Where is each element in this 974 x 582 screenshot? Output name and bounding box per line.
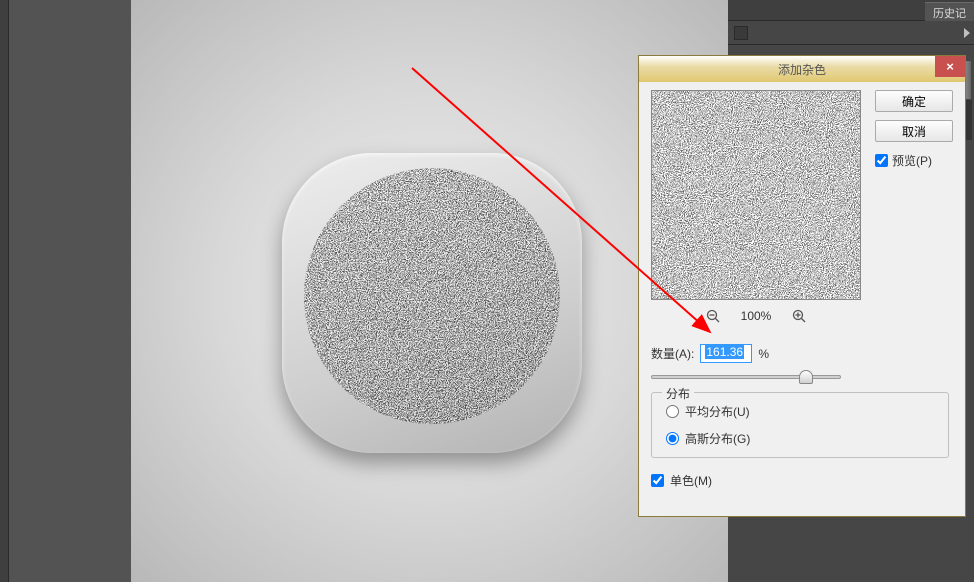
uniform-radio[interactable] — [666, 405, 679, 418]
uniform-label: 平均分布(U) — [685, 403, 750, 420]
history-tab[interactable]: 历史记 — [925, 2, 974, 21]
preview-noise-icon — [652, 91, 860, 299]
amount-row: 数量(A): 161.36 % — [651, 344, 769, 363]
noise-icon — [304, 168, 560, 424]
add-noise-dialog: 添加杂色 × — [638, 55, 966, 517]
ok-button[interactable]: 确定 — [875, 90, 953, 112]
uniform-radio-row[interactable]: 平均分布(U) — [666, 403, 948, 420]
zoom-level: 100% — [741, 309, 772, 323]
gaussian-radio-row[interactable]: 高斯分布(G) — [666, 430, 948, 447]
zoom-out-button[interactable] — [705, 308, 721, 324]
amount-value: 161.36 — [705, 345, 744, 359]
gaussian-radio[interactable] — [666, 432, 679, 445]
zoom-controls: 100% — [651, 306, 861, 326]
amount-label: 数量(A): — [651, 345, 694, 362]
dialog-button-column: 确定 取消 预览(P) — [875, 90, 953, 169]
panel-tabbar: 历史记 — [728, 0, 974, 21]
canvas-area — [9, 0, 728, 582]
dialog-title: 添加杂色 — [639, 61, 965, 78]
zoom-out-icon — [706, 309, 720, 323]
cancel-button[interactable]: 取消 — [875, 120, 953, 142]
amount-unit: % — [758, 347, 769, 361]
preview-checkbox-row[interactable]: 预览(P) — [875, 152, 953, 169]
close-icon: × — [946, 59, 954, 74]
preview-checkbox[interactable] — [875, 154, 888, 167]
panel-subheader — [728, 21, 974, 45]
zoom-in-icon — [792, 309, 806, 323]
slider-thumb[interactable] — [799, 370, 813, 384]
zoom-in-button[interactable] — [791, 308, 807, 324]
monochrome-label: 单色(M) — [670, 472, 712, 489]
close-button[interactable]: × — [935, 56, 965, 77]
preview-box[interactable] — [651, 90, 861, 300]
distribution-fieldset: 分布 平均分布(U) 高斯分布(G) — [651, 392, 949, 458]
gaussian-label: 高斯分布(G) — [685, 430, 750, 447]
shape-noise-circle — [304, 168, 560, 424]
dialog-content: 100% 确定 取消 预览(P) 数量(A): 161.36 — [639, 82, 965, 516]
dialog-titlebar[interactable]: 添加杂色 × — [639, 56, 965, 82]
monochrome-checkbox-row[interactable]: 单色(M) — [651, 472, 712, 489]
left-toolbar — [0, 0, 9, 582]
expand-icon[interactable] — [964, 28, 970, 38]
preview-checkbox-label: 预览(P) — [892, 152, 932, 169]
amount-slider[interactable] — [651, 370, 841, 384]
monochrome-checkbox[interactable] — [651, 474, 664, 487]
distribution-legend: 分布 — [662, 385, 694, 402]
panel-checkbox-icon[interactable] — [734, 26, 748, 40]
amount-input[interactable]: 161.36 — [700, 344, 752, 363]
